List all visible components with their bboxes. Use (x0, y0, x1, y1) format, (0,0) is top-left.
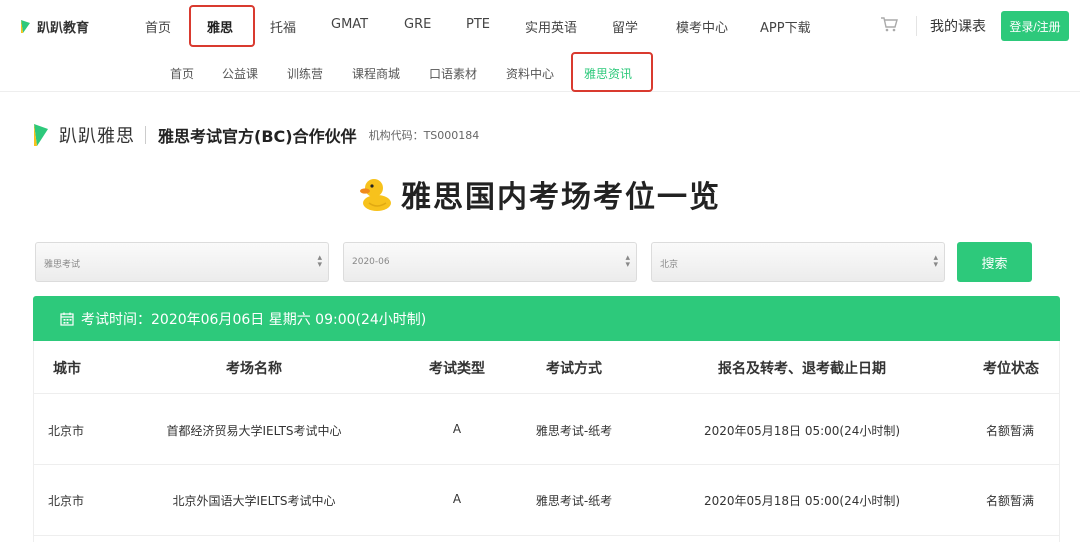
row-divider (33, 464, 1060, 465)
nav-item-gre[interactable]: GRE (404, 17, 431, 32)
nav-item-toefl[interactable]: 托福 (270, 17, 296, 36)
cell-venue: 首都经济贸易大学IELTS考试中心 (166, 424, 342, 438)
nav-item-home[interactable]: 首页 (145, 17, 171, 36)
table-header-seat-status: 考位状态 (983, 361, 1039, 377)
exam-time-bar: 考试时间：2020年06月06日 星期六 09:00(24小时制) (33, 296, 1060, 341)
table-header-exam-mode: 考试方式 (546, 361, 602, 377)
calendar-icon (60, 312, 74, 326)
select-arrows-icon: ▴ ▾ (625, 253, 630, 270)
brand-name: 趴趴雅思 (59, 126, 135, 147)
logo-text: 趴趴教育 (37, 20, 90, 36)
brand-partner: 雅思考试官方(BC)合作伙伴 (158, 127, 357, 146)
nav-item-practical-english[interactable]: 实用英语 (525, 17, 577, 36)
subnav-item-speaking[interactable]: 口语素材 (429, 65, 477, 82)
cell-seat-status: 名额暂满 (986, 424, 1035, 438)
cart-icon[interactable] (880, 15, 898, 33)
exam-type-value: 雅思考试 (44, 260, 81, 270)
select-arrows-icon: ▴ ▾ (933, 253, 938, 270)
sub-nav: 首页 公益课 训练营 课程商城 口语素材 资料中心 雅思资讯 (0, 52, 1080, 92)
subnav-item-free-class[interactable]: 公益课 (222, 65, 258, 82)
page-title: 雅思国内考场考位一览 (401, 180, 721, 215)
my-course-link[interactable]: 我的课表 (930, 16, 986, 36)
exam-time-label: 考试时间：2020年06月06日 星期六 09:00(24小时制) (81, 311, 427, 328)
nav-divider (916, 16, 917, 36)
nav-item-gmat[interactable]: GMAT (331, 17, 368, 32)
brand-code: 机构代码：TS000184 (368, 129, 480, 142)
subnav-item-home[interactable]: 首页 (170, 65, 194, 82)
row-divider (33, 393, 1060, 394)
nav-item-pte[interactable]: PTE (466, 17, 490, 32)
search-button[interactable]: 搜索 (957, 242, 1032, 282)
subnav-item-course-mall[interactable]: 课程商城 (352, 65, 400, 82)
city-value: 北京 (660, 260, 679, 270)
duck-icon (360, 179, 391, 211)
nav-item-mock-center[interactable]: 模考中心 (676, 17, 728, 36)
city-select[interactable]: 北京 ▴ ▾ (651, 242, 945, 282)
table-header-exam-type: 考试类型 (429, 361, 485, 377)
table-header-deadline: 报名及转考、退考截止日期 (718, 361, 886, 377)
cell-city: 北京市 (48, 424, 85, 438)
cell-city: 北京市 (48, 494, 85, 508)
cell-exam-type: A (452, 422, 462, 436)
cell-seat-status: 名额暂满 (986, 494, 1035, 508)
cell-exam-mode: 雅思考试-纸考 (535, 494, 613, 508)
subnav-item-resources[interactable]: 资料中心 (506, 65, 554, 82)
highlight-ielts (189, 5, 255, 47)
cell-venue: 北京外国语大学IELTS考试中心 (172, 494, 336, 508)
subnav-item-camp[interactable]: 训练营 (287, 65, 323, 82)
highlight-ielts-news (571, 52, 653, 92)
brand-bar: 趴趴雅思 雅思考试官方(BC)合作伙伴 机构代码：TS000184 (33, 122, 479, 148)
logo-leaf-icon (21, 19, 30, 33)
brand-divider (145, 126, 146, 144)
month-select[interactable]: 2020-06 ▴ ▾ (343, 242, 637, 282)
brand-leaf-icon (34, 124, 48, 146)
month-value: 2020-06 (352, 257, 390, 267)
row-divider (33, 535, 1060, 536)
table-header-venue: 考场名称 (226, 361, 282, 377)
login-register-button[interactable]: 登录/注册 (1001, 11, 1069, 41)
page-title-wrap: 雅思国内考场考位一览 (0, 172, 1080, 216)
nav-item-app-download[interactable]: APP下载 (760, 17, 811, 36)
exam-type-select[interactable]: 雅思考试 ▴ ▾ (35, 242, 329, 282)
cell-deadline: 2020年05月18日 05:00(24小时制) (703, 424, 901, 438)
top-nav: 趴趴教育 首页 雅思 托福 GMAT GRE PTE 实用英语 留学 模考中心 … (0, 0, 1080, 52)
select-arrows-icon: ▴ ▾ (317, 253, 322, 270)
cell-exam-type: A (452, 492, 462, 506)
nav-item-study-abroad[interactable]: 留学 (612, 17, 638, 36)
cell-exam-mode: 雅思考试-纸考 (535, 424, 613, 438)
table-header-city: 城市 (53, 361, 81, 377)
site-logo[interactable]: 趴趴教育 (20, 16, 89, 36)
cell-deadline: 2020年05月18日 05:00(24小时制) (703, 494, 901, 508)
